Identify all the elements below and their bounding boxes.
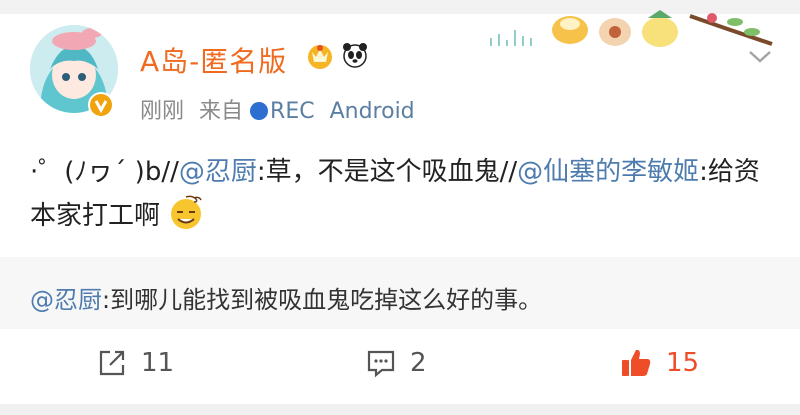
source-device[interactable]: Android [330,99,415,124]
comment-icon [367,350,395,378]
post-time: 刚刚 [140,99,185,124]
post-meta: 刚刚 来自 REC Android [140,93,415,125]
mention-link[interactable]: @仙塞的李敏姬 [517,157,699,187]
thumbs-up-icon [622,349,651,376]
comment-count: 2 [410,348,427,378]
source-rec[interactable]: REC [270,99,315,124]
bottom-divider [0,404,800,415]
content-text-1: ·゜(ﾉヮ´ )b// [30,157,179,187]
repost-body: :到哪儿能找到被吸血鬼吃掉这么好的事。 [102,286,543,314]
chevron-down-icon[interactable] [742,38,778,74]
like-button[interactable]: 15 [620,348,699,378]
source-prefix: 来自 [199,99,244,124]
card-decoration [490,10,773,47]
username[interactable]: A岛-匿名版 [140,40,287,80]
share-button[interactable]: 11 [97,348,174,378]
content-text-2: :草，不是这个吸血鬼// [256,157,518,187]
rec-dot-icon [250,102,269,120]
repost-mention[interactable]: @忍厨 [30,286,102,314]
share-count: 11 [141,348,175,378]
crown-badge-icon[interactable] [305,40,335,70]
verified-badge-icon [88,92,114,118]
mention-link[interactable]: @忍厨 [179,157,257,187]
comment-button[interactable]: 2 [366,348,427,378]
user-badges [305,40,370,74]
dizzy-face-emoji-icon [171,195,202,229]
repost-text[interactable]: @忍厨:到哪儿能找到被吸血鬼吃掉这么好的事。 [30,280,542,315]
like-count: 15 [666,348,700,378]
panda-icon[interactable] [340,40,370,70]
post-content: ·゜(ﾉヮ´ )b//@忍厨:草，不是这个吸血鬼//@仙塞的李敏姬:给资本家打工… [30,150,770,238]
share-icon [99,350,125,376]
